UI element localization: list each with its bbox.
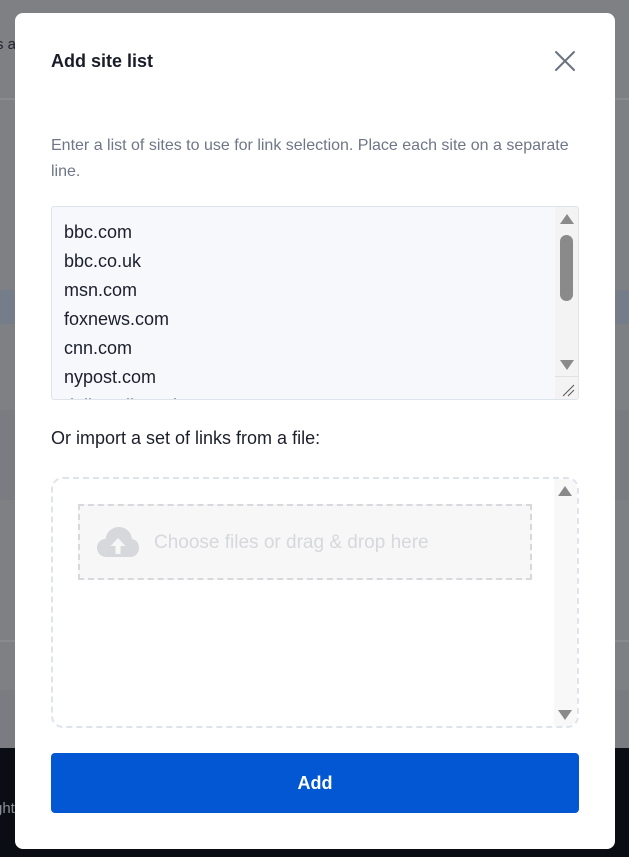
close-button[interactable] bbox=[553, 49, 577, 73]
dropzone-scrollbar[interactable] bbox=[554, 479, 577, 726]
site-list-line: cnn.com bbox=[64, 338, 133, 358]
dropzone-text: Choose files or drag & drop here bbox=[154, 532, 429, 553]
choose-files-button[interactable]: Choose files or drag & drop here bbox=[78, 504, 532, 580]
site-list-line: bbc.com bbox=[64, 222, 133, 242]
background-footer-text: ght bbox=[0, 800, 15, 817]
import-label: Or import a set of links from a file: bbox=[51, 428, 321, 448]
add-button[interactable]: Add bbox=[51, 753, 579, 813]
site-list-scrollbar[interactable] bbox=[555, 207, 578, 399]
site-list-line: nypost.com bbox=[64, 367, 157, 387]
modal-description: Enter a list of sites to use for link se… bbox=[51, 137, 569, 180]
site-list-line: dailymail.co.uk bbox=[64, 392, 182, 399]
site-list-line: bbc.co.uk bbox=[64, 251, 142, 271]
background-text: s a bbox=[0, 36, 17, 53]
resize-grip-icon bbox=[562, 384, 575, 397]
file-dropzone[interactable]: Choose files or drag & drop here bbox=[51, 477, 579, 728]
add-site-list-modal: Add site list Enter a list of sites to u… bbox=[15, 13, 615, 849]
scrollbar-thumb[interactable] bbox=[560, 235, 573, 301]
cloud-upload-icon bbox=[97, 527, 139, 557]
site-list-line: foxnews.com bbox=[64, 309, 170, 329]
site-list-line: msn.com bbox=[64, 280, 138, 300]
modal-title: Add site list bbox=[51, 51, 154, 71]
close-icon bbox=[555, 51, 575, 71]
scroll-down-arrow-icon[interactable] bbox=[560, 360, 574, 370]
resize-handle[interactable] bbox=[555, 376, 578, 399]
scroll-up-arrow-icon[interactable] bbox=[558, 486, 572, 496]
site-list-lines: bbc.com bbc.co.uk msn.com foxnews.com cnn.co… bbox=[64, 218, 182, 399]
scroll-down-arrow-icon[interactable] bbox=[558, 710, 572, 720]
site-list-textarea[interactable]: bbc.com bbc.co.uk msn.com foxnews.com cnn.co… bbox=[51, 206, 579, 400]
scroll-up-arrow-icon[interactable] bbox=[560, 214, 574, 224]
